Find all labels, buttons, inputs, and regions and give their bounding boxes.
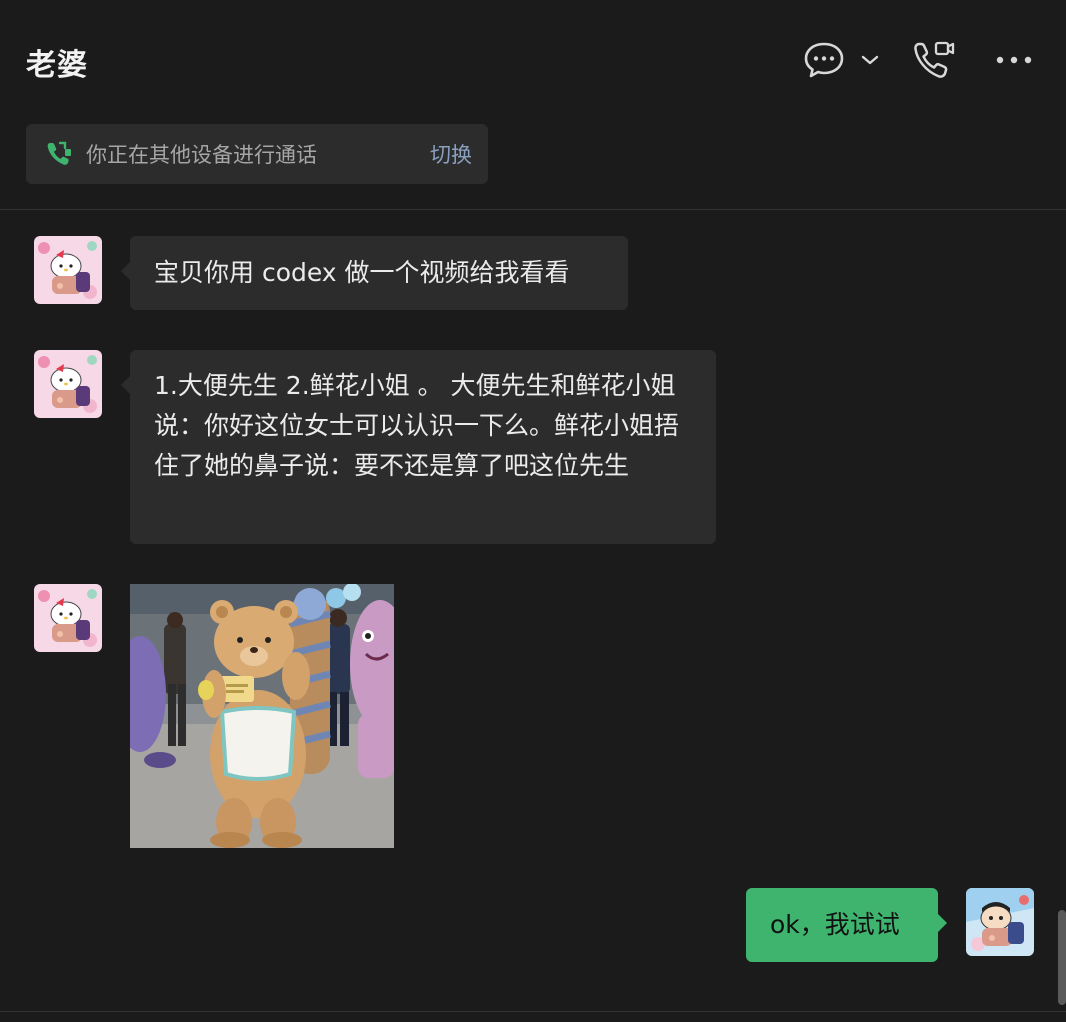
header-divider xyxy=(0,209,1066,210)
chat-title: 老婆 xyxy=(26,48,88,83)
message-text: ok，我试试 xyxy=(770,910,900,939)
image-message[interactable] xyxy=(130,584,394,848)
switch-device-button[interactable]: 切换 xyxy=(430,139,472,169)
call-banner-text: 你正在其他设备进行通话 xyxy=(86,143,317,167)
chat-window: 老婆 你正在其他设备进行通话 切换 宝贝你用 codex 做一个视频给我看看 1… xyxy=(0,0,1066,1022)
message-text: 1.大便先生 2.鲜花小姐 。 大便先生和鲜花小姐说：你好这位女士可以认识一下么… xyxy=(154,371,680,480)
phone-green-icon xyxy=(44,139,74,169)
message-text: 宝贝你用 codex 做一个视频给我看看 xyxy=(154,258,570,287)
chat-scrollbar[interactable] xyxy=(1058,910,1066,1005)
contact-avatar[interactable] xyxy=(34,350,102,418)
phone-video-icon[interactable] xyxy=(910,38,958,82)
contact-avatar[interactable] xyxy=(34,584,102,652)
ongoing-call-banner: 你正在其他设备进行通话 切换 xyxy=(26,124,488,184)
my-avatar[interactable] xyxy=(966,888,1034,956)
input-divider xyxy=(0,1011,1066,1012)
chevron-down-icon[interactable] xyxy=(856,38,884,82)
message-bubble[interactable]: 1.大便先生 2.鲜花小姐 。 大便先生和鲜花小姐说：你好这位女士可以认识一下么… xyxy=(121,350,716,544)
message-bubble[interactable]: 宝贝你用 codex 做一个视频给我看看 xyxy=(121,236,628,310)
chat-header: 老婆 xyxy=(0,0,1066,118)
contact-avatar[interactable] xyxy=(34,236,102,304)
speech-bubble-icon[interactable] xyxy=(800,38,848,82)
message-bubble-sent[interactable]: ok，我试试 xyxy=(746,888,947,962)
more-dots-icon[interactable] xyxy=(992,38,1036,82)
